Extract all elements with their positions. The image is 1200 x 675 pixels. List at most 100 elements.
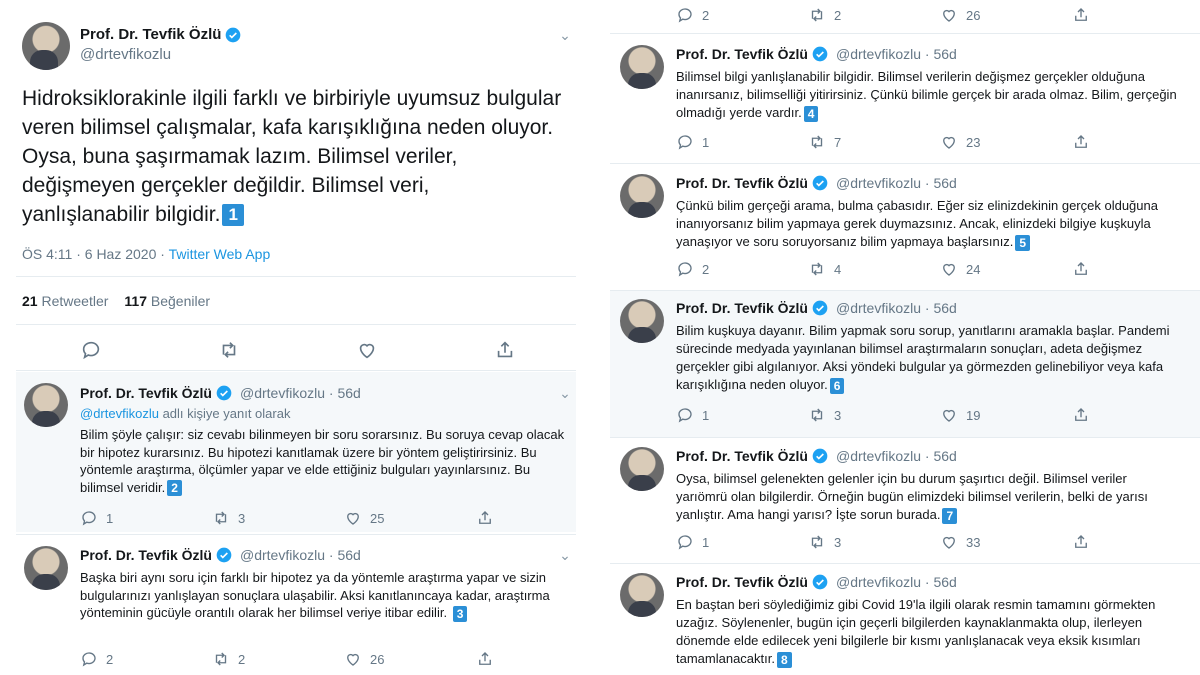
right-screenshot: 2 2 26 Prof. Dr. Tevfik Özlü @drtevfikoz… <box>610 0 1200 675</box>
like-button[interactable]: 23 <box>940 133 1072 151</box>
retweet-button[interactable]: 2 <box>212 650 344 668</box>
divider <box>16 276 576 277</box>
author-name[interactable]: Prof. Dr. Tevfik Özlü <box>676 574 808 590</box>
tweet-actions: 2 4 24 <box>676 260 1112 278</box>
share-button[interactable] <box>1072 6 1112 24</box>
retweet-icon <box>811 135 823 149</box>
share-button[interactable] <box>1072 133 1112 151</box>
reply-button[interactable]: 1 <box>676 133 808 151</box>
author-line: Prof. Dr. Tevfik Özlü @drtevfikozlu · 56… <box>80 385 361 401</box>
share-button[interactable] <box>476 650 516 668</box>
share-button[interactable] <box>1072 260 1112 278</box>
retweet-icon <box>811 8 823 22</box>
reply-button[interactable]: 2 <box>80 650 212 668</box>
retweet-button[interactable]: 3 <box>808 406 940 424</box>
avatar[interactable] <box>620 299 664 343</box>
retweet-button[interactable]: 4 <box>808 260 940 278</box>
divider <box>610 163 1200 164</box>
like-button[interactable]: 19 <box>940 406 1072 424</box>
like-button[interactable]: 26 <box>344 650 476 668</box>
like-button[interactable]: 25 <box>344 509 476 527</box>
retweet-icon <box>811 535 823 549</box>
avatar[interactable] <box>24 383 68 427</box>
author-name[interactable]: Prof. Dr. Tevfik Özlü <box>676 175 808 191</box>
share-button[interactable] <box>1072 533 1112 551</box>
divider <box>610 563 1200 564</box>
likes-stat[interactable]: 117 Beğeniler <box>124 293 210 309</box>
share-icon <box>1075 262 1087 275</box>
author-handle-time: @drtevfikozlu · 56d <box>240 547 361 563</box>
share-icon <box>1075 135 1087 148</box>
retweet-button[interactable]: 3 <box>212 509 344 527</box>
tweet-source-link[interactable]: Twitter Web App <box>169 246 271 262</box>
share-icon <box>497 341 513 358</box>
author-line: Prof. Dr. Tevfik Özlü @drtevfikozlu · 56… <box>676 46 957 62</box>
reply-icon <box>678 262 692 277</box>
author-handle[interactable]: @drtevfikozlu <box>80 46 171 63</box>
tweet-stats: 21 Retweetler 117 Beğeniler <box>22 293 210 309</box>
author-handle-time: @drtevfikozlu · 56d <box>836 46 957 62</box>
reply-button[interactable]: 2 <box>676 6 808 24</box>
retweet-icon <box>811 408 823 422</box>
avatar[interactable] <box>620 45 664 89</box>
share-icon <box>1075 408 1087 421</box>
reply-button[interactable]: 2 <box>676 260 808 278</box>
share-button[interactable] <box>1072 406 1112 424</box>
author-name[interactable]: Prof. Dr. Tevfik Özlü <box>676 448 808 464</box>
tweet-text: Çünkü bilim gerçeği arama, bulma çabasıd… <box>676 198 1158 251</box>
reply-button[interactable]: 1 <box>676 406 808 424</box>
like-icon <box>347 653 359 666</box>
reply-icon <box>678 135 692 150</box>
verified-icon <box>812 448 828 464</box>
author-line: Prof. Dr. Tevfik Özlü @drtevfikozlu · 56… <box>676 574 957 590</box>
tweet-actions: 2 2 26 <box>80 650 516 668</box>
replying-to: @drtevfikozlu adlı kişiye yanıt olarak <box>80 406 291 421</box>
divider <box>610 33 1200 34</box>
author-name[interactable]: Prof. Dr. Tevfik Özlü <box>676 300 808 316</box>
main-tweet-actions <box>80 339 590 361</box>
verified-icon <box>812 300 828 316</box>
retweet-button[interactable]: 2 <box>808 6 940 24</box>
retweet-icon <box>215 511 227 525</box>
avatar[interactable] <box>620 573 664 617</box>
avatar[interactable] <box>620 447 664 491</box>
reply-icon <box>82 511 96 526</box>
chevron-down-icon[interactable]: ⌄ <box>556 546 574 564</box>
reply-button[interactable] <box>80 339 218 361</box>
author-handle-time: @drtevfikozlu · 56d <box>836 448 957 464</box>
verified-icon <box>216 547 232 563</box>
like-icon <box>943 409 955 422</box>
avatar[interactable] <box>620 174 664 218</box>
avatar[interactable] <box>22 22 70 70</box>
author-line: Prof. Dr. Tevfik Özlü @drtevfikozlu · 56… <box>676 175 957 191</box>
retweet-button[interactable]: 7 <box>808 133 940 151</box>
retweet-button[interactable] <box>218 339 356 361</box>
author-handle-line: @drtevfikozlu <box>80 46 171 63</box>
tweet-text: Bilim şöyle çalışır: siz cevabı bilinmey… <box>80 427 565 497</box>
author-name[interactable]: Prof. Dr. Tevfik Özlü <box>80 26 221 43</box>
chevron-down-icon[interactable]: ⌄ <box>556 384 574 402</box>
avatar[interactable] <box>24 546 68 590</box>
author-handle-time: @drtevfikozlu · 56d <box>836 300 957 316</box>
replying-to-handle[interactable]: @drtevfikozlu <box>80 406 159 421</box>
retweets-stat[interactable]: 21 Retweetler <box>22 293 108 309</box>
like-button[interactable] <box>356 339 494 361</box>
like-button[interactable]: 26 <box>940 6 1072 24</box>
retweet-button[interactable]: 3 <box>808 533 940 551</box>
chevron-down-icon[interactable]: ⌄ <box>556 26 574 44</box>
reply-button[interactable]: 1 <box>80 509 212 527</box>
divider <box>16 324 576 325</box>
reply-icon <box>678 408 692 423</box>
author-name[interactable]: Prof. Dr. Tevfik Özlü <box>676 46 808 62</box>
share-button[interactable] <box>476 509 516 527</box>
like-icon <box>359 343 375 359</box>
verified-icon <box>812 574 828 590</box>
share-button[interactable] <box>494 339 590 361</box>
author-name[interactable]: Prof. Dr. Tevfik Özlü <box>80 547 212 563</box>
author-name[interactable]: Prof. Dr. Tevfik Özlü <box>80 385 212 401</box>
like-button[interactable]: 33 <box>940 533 1072 551</box>
like-icon <box>943 136 955 149</box>
main-tweet-text: Hidroksiklorakinle ilgili farklı ve birb… <box>22 87 562 227</box>
reply-button[interactable]: 1 <box>676 533 808 551</box>
like-button[interactable]: 24 <box>940 260 1072 278</box>
